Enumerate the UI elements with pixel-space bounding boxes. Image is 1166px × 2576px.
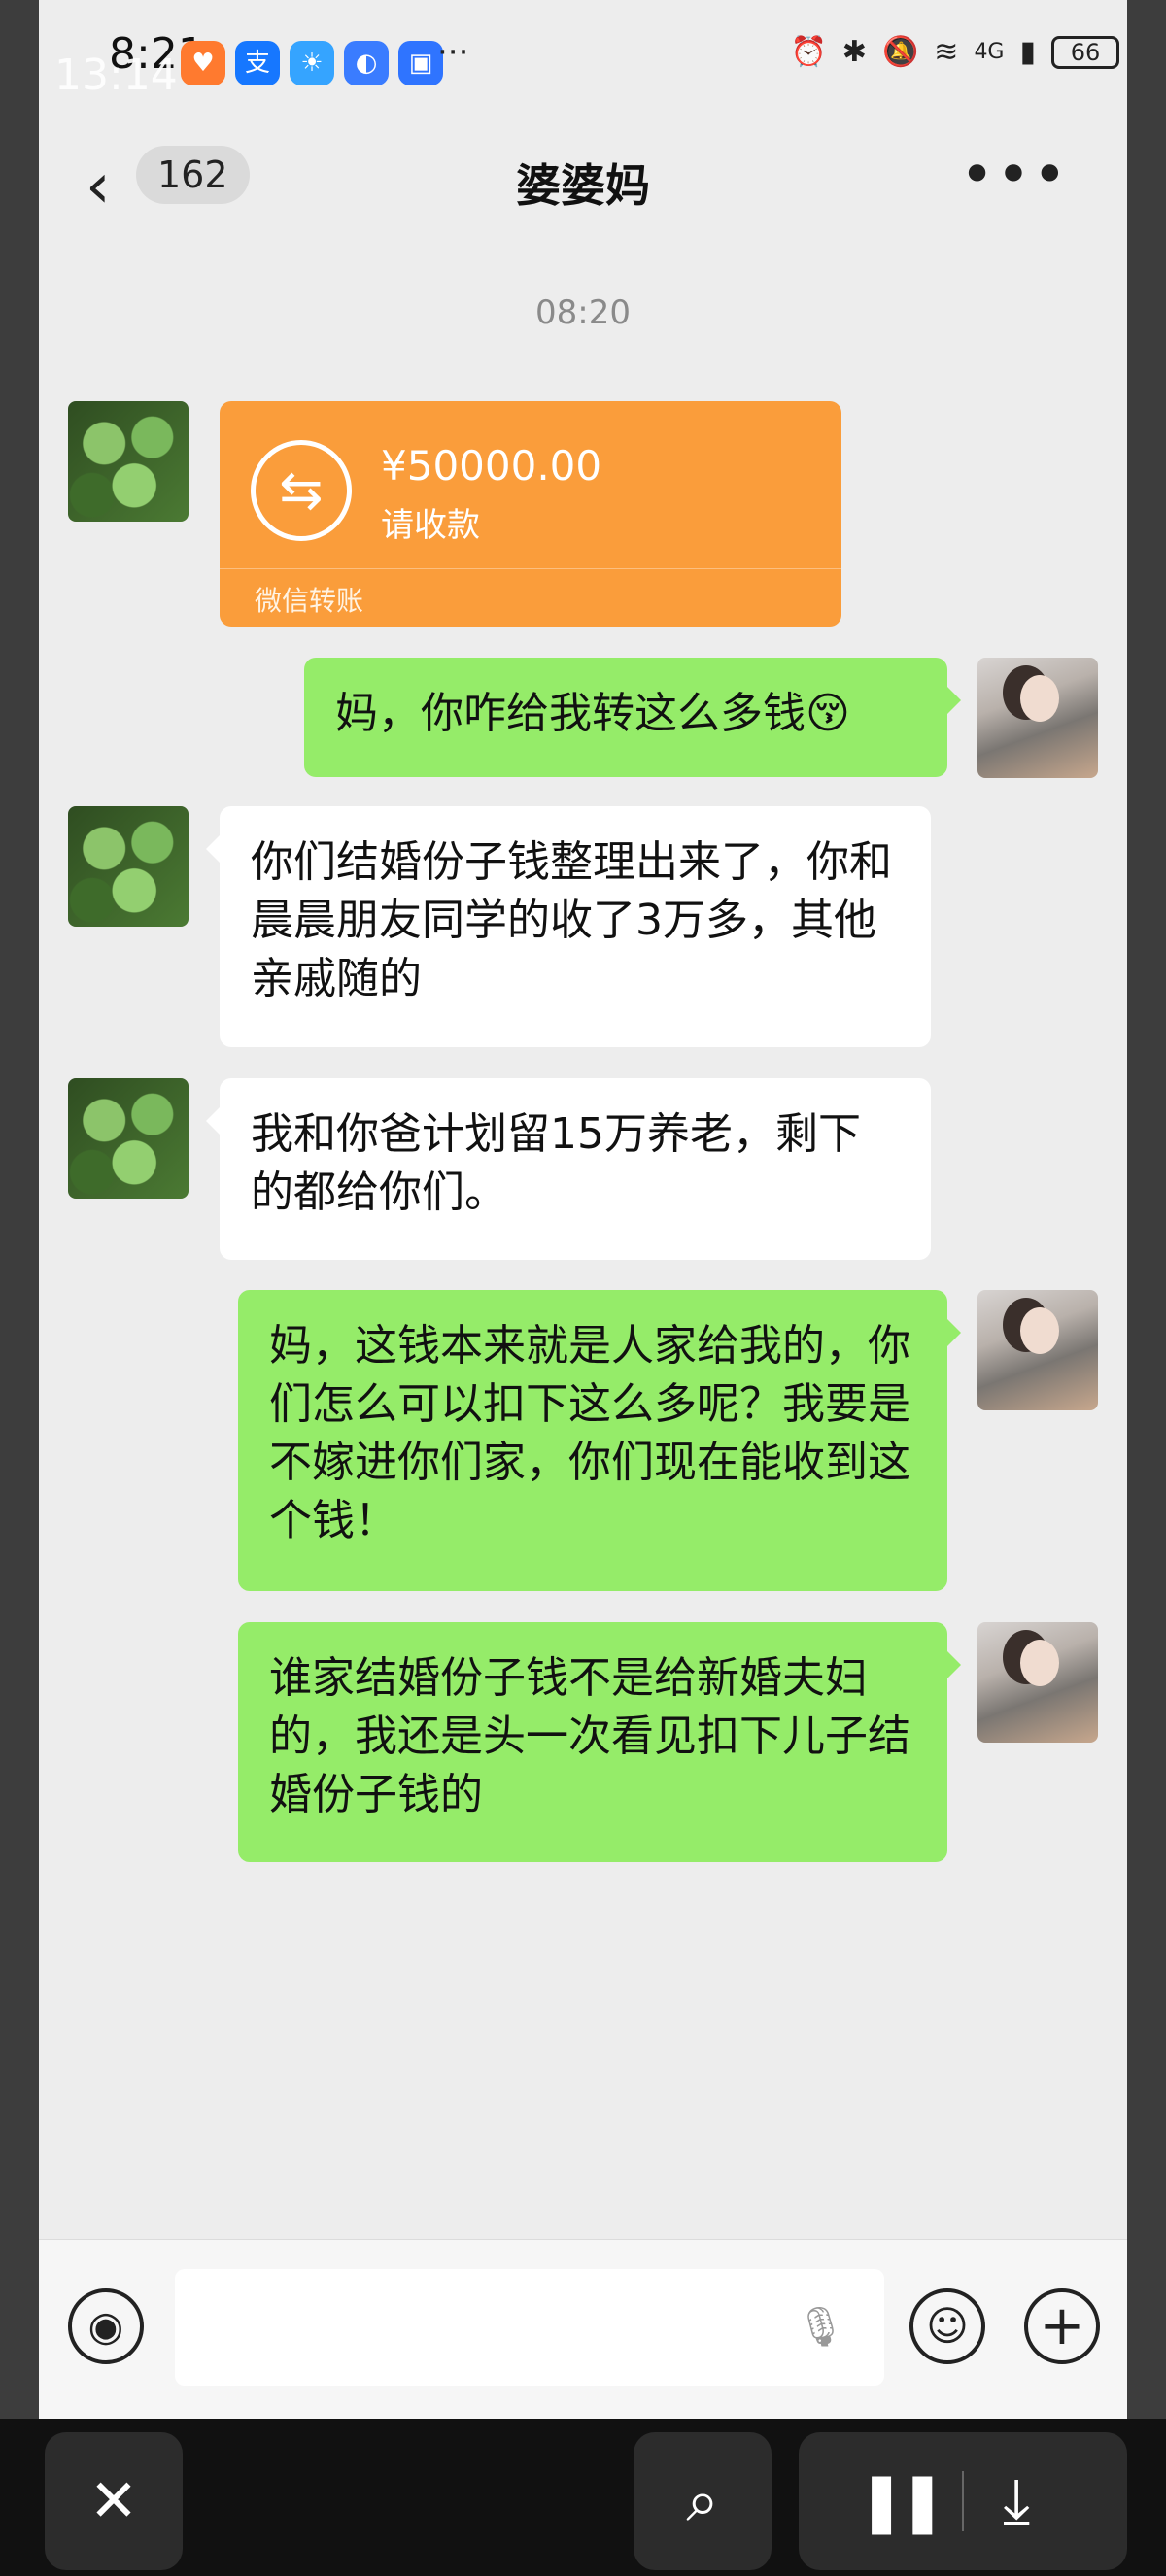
wechat-chat-screen: 8:21 13:14 ♥ 支 ☀ ◐ ▣ ··· ⏰ ✱ 🔕 ≋ 4G ▮ 66 xyxy=(39,0,1127,2419)
notification-app-icons: ♥ 支 ☀ ◐ ▣ xyxy=(181,41,443,85)
heart-app-icon: ♥ xyxy=(181,41,225,85)
screen-recorder-bar: ✕ ⌕ ❚❚ ⤓ xyxy=(0,2419,1166,2576)
message-input-bar: ◉ 🎙 ☺ + xyxy=(39,2239,1127,2419)
plus-icon[interactable]: + xyxy=(1024,2288,1100,2364)
alipay-app-icon: 支 xyxy=(235,41,280,85)
message-text-field[interactable]: 🎙 xyxy=(175,2269,884,2386)
status-bar: 8:21 13:14 ♥ 支 ☀ ◐ ▣ ··· ⏰ ✱ 🔕 ≋ 4G ▮ 66 xyxy=(39,0,1127,146)
alarm-icon: ⏰ xyxy=(790,35,827,69)
emoji-icon[interactable]: ☺ xyxy=(909,2288,985,2364)
contact-avatar[interactable] xyxy=(68,806,189,927)
chat-header: ‹ 162 婆婆妈 ••• xyxy=(39,131,1127,243)
transfer-label: 微信转账 xyxy=(255,585,364,617)
close-recorder-button[interactable]: ✕ xyxy=(45,2432,183,2570)
more-notifications-icon: ··· xyxy=(437,33,469,72)
system-icons: ⏰ ✱ 🔕 ≋ 4G ▮ 66 xyxy=(790,35,1119,69)
download-button[interactable]: ⤓ xyxy=(1003,2432,1030,2570)
screenshot-scan-button[interactable]: ⌕ xyxy=(634,2432,772,2570)
transfer-divider xyxy=(220,568,841,569)
voice-mode-icon[interactable]: ◉ xyxy=(68,2288,144,2364)
battery-level: 66 xyxy=(1070,38,1101,66)
message-timestamp: 08:20 xyxy=(535,293,631,332)
signal-icon: ▮ xyxy=(1019,35,1036,69)
message-bubble-outgoing[interactable]: 谁家结婚份子钱不是给新婚夫妇的，我还是头一次看见扣下儿子结婚份子钱的 xyxy=(238,1622,961,1862)
screen-frame: 8:21 13:14 ♥ 支 ☀ ◐ ▣ ··· ⏰ ✱ 🔕 ≋ 4G ▮ 66 xyxy=(0,0,1166,2419)
browser-app-icon: ◐ xyxy=(344,41,389,85)
transfer-amount: ¥50000.00 xyxy=(381,442,602,490)
microphone-icon[interactable]: 🎙 xyxy=(796,2304,845,2350)
user-avatar[interactable] xyxy=(977,1290,1098,1410)
transfer-icon: ⇆ xyxy=(251,440,352,541)
contact-avatar[interactable] xyxy=(68,1078,189,1199)
weather-app-icon: ☀ xyxy=(290,41,334,85)
message-bubble-incoming[interactable]: 你们结婚份子钱整理出来了，你和晨晨朋友同学的收了3万多，其他亲戚随的 xyxy=(206,806,931,1047)
wechat-transfer-card[interactable]: ⇆ ¥50000.00 请收款 微信转账 xyxy=(220,401,841,627)
mute-icon: 🔕 xyxy=(881,35,919,69)
battery-icon: 66 xyxy=(1051,35,1119,69)
status-clock-overlay: 13:14 xyxy=(54,51,178,100)
pause-button[interactable]: ❚❚ xyxy=(857,2432,947,2570)
user-avatar[interactable] xyxy=(977,1622,1098,1743)
message-bubble-incoming[interactable]: 我和你爸计划留15万养老，剩下的都给你们。 xyxy=(206,1078,931,1260)
transfer-status: 请收款 xyxy=(381,506,480,545)
network-type-label: 4G xyxy=(974,40,1005,64)
contact-avatar[interactable] xyxy=(68,401,189,522)
scan-icon: ⌕ xyxy=(686,2467,719,2535)
message-bubble-outgoing[interactable]: 妈，这钱本来就是人家给我的，你们怎么可以扣下这么多呢？我要是不嫁进你们家，你们现… xyxy=(238,1290,961,1591)
controls-divider xyxy=(962,2471,964,2531)
user-avatar[interactable] xyxy=(977,658,1098,778)
wifi-icon: ≋ xyxy=(934,35,959,69)
bluetooth-icon: ✱ xyxy=(841,35,867,69)
more-options-icon[interactable]: ••• xyxy=(960,141,1069,209)
recorder-controls: ❚❚ ⤓ xyxy=(799,2432,1127,2570)
close-icon: ✕ xyxy=(88,2467,139,2535)
message-bubble-outgoing[interactable]: 妈，你咋给我转这么多钱😚 xyxy=(304,658,961,777)
